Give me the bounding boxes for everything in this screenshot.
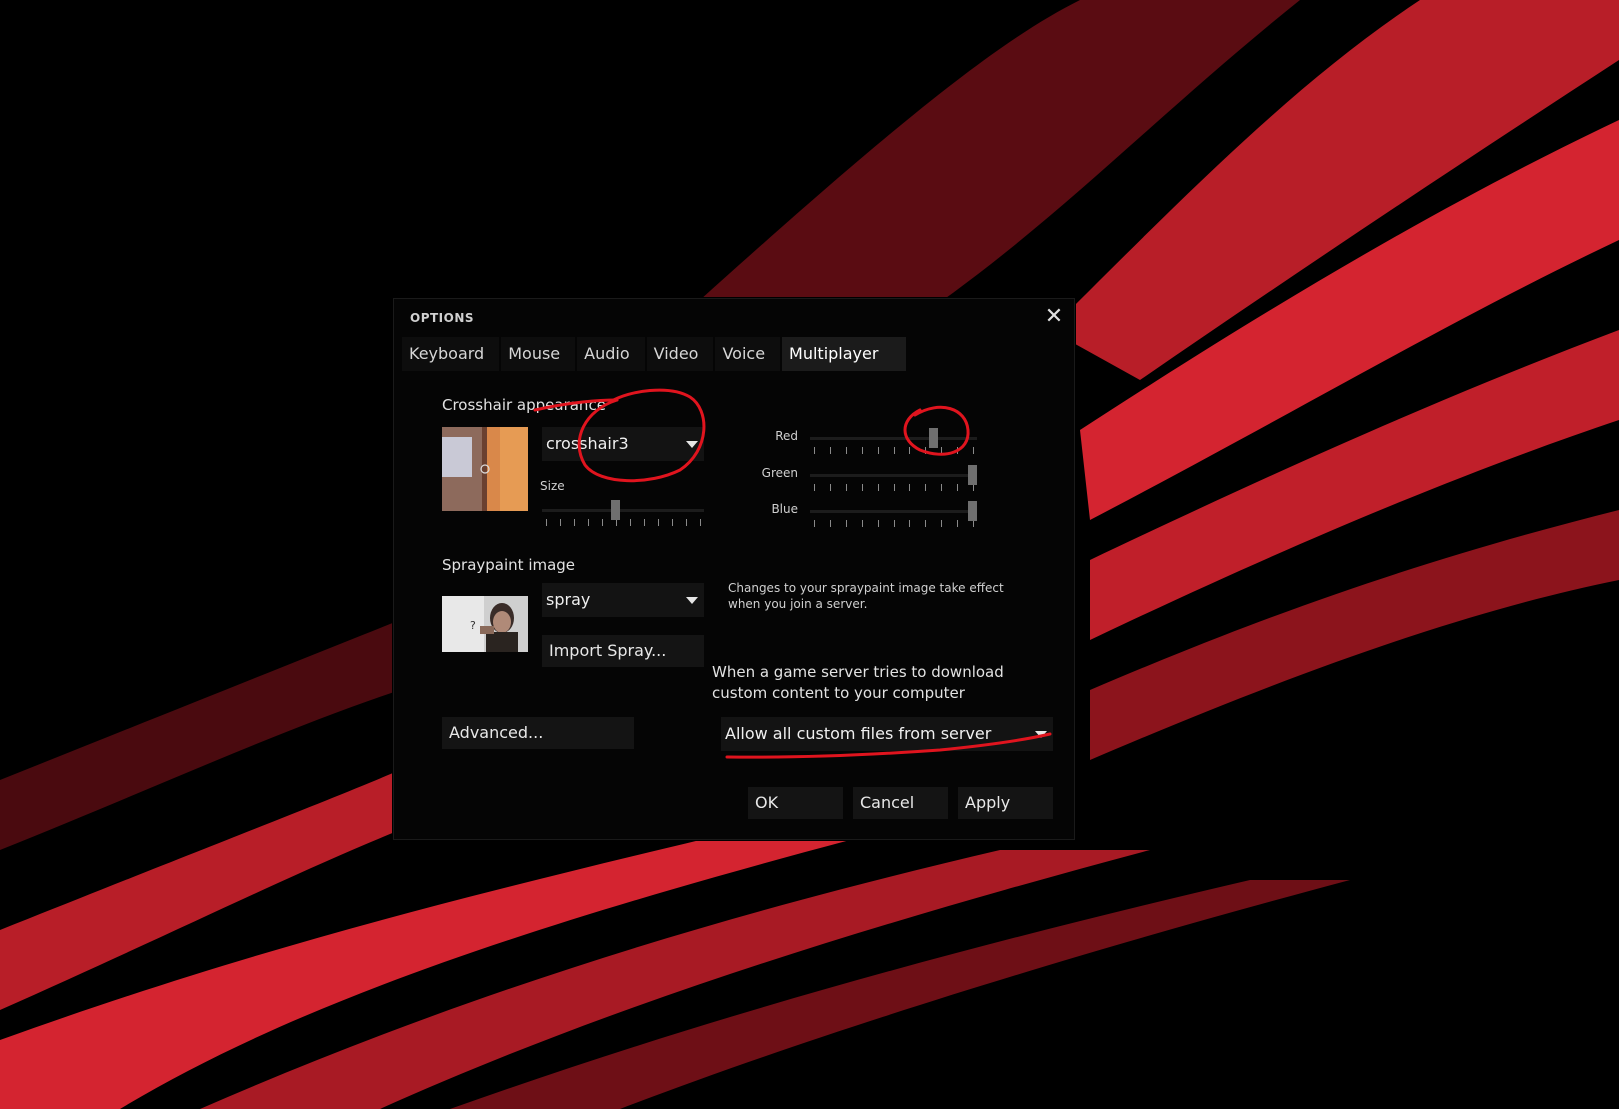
slider-tick	[846, 520, 847, 527]
tab-bar: Keyboard Mouse Audio Video Voice Multipl…	[402, 337, 908, 371]
slider-tick	[560, 519, 561, 526]
slider-tick	[909, 447, 910, 454]
red-slider[interactable]	[810, 428, 977, 458]
slider-tick	[878, 484, 879, 491]
download-text-line1: When a game server tries to download	[712, 663, 1004, 681]
slider-tick	[957, 447, 958, 454]
tab-keyboard[interactable]: Keyboard	[402, 337, 500, 371]
slider-tick	[941, 520, 942, 527]
slider-tick	[814, 447, 815, 454]
tab-video[interactable]: Video	[646, 337, 714, 371]
slider-tick	[878, 520, 879, 527]
slider-tick	[973, 484, 974, 491]
import-spray-button[interactable]: Import Spray...	[542, 635, 704, 667]
slider-tick	[672, 519, 673, 526]
slider-tick	[925, 447, 926, 454]
blue-label: Blue	[771, 502, 798, 516]
slider-tick	[630, 519, 631, 526]
slider-tick	[862, 447, 863, 454]
crosshair-heading: Crosshair appearance	[442, 396, 606, 414]
svg-text:?: ?	[470, 619, 476, 632]
download-policy-dropdown[interactable]: Allow all custom files from server	[721, 717, 1053, 751]
slider-tick	[941, 447, 942, 454]
tab-voice[interactable]: Voice	[715, 337, 781, 371]
chevron-down-icon	[686, 597, 698, 604]
green-label: Green	[761, 466, 798, 480]
slider-tick	[957, 484, 958, 491]
spray-preview-image: ?	[442, 596, 528, 652]
slider-tick	[846, 484, 847, 491]
size-slider[interactable]	[542, 500, 704, 530]
slider-handle[interactable]	[929, 428, 938, 448]
crosshair-selected: crosshair3	[546, 434, 629, 453]
slider-tick	[830, 484, 831, 491]
apply-button[interactable]: Apply	[958, 787, 1053, 819]
chevron-down-icon	[1035, 731, 1047, 738]
slider-handle[interactable]	[611, 500, 620, 520]
slider-tick	[602, 519, 603, 526]
spray-heading: Spraypaint image	[442, 556, 576, 574]
slider-tick	[616, 519, 617, 526]
slider-tick	[973, 520, 974, 527]
slider-tick	[878, 447, 879, 454]
slider-tick	[700, 519, 701, 526]
slider-tick	[973, 447, 974, 454]
chevron-down-icon	[686, 441, 698, 448]
slider-tick	[862, 520, 863, 527]
slider-tick	[588, 519, 589, 526]
advanced-button[interactable]: Advanced...	[442, 717, 634, 749]
slider-tick	[574, 519, 575, 526]
spray-note-line1: Changes to your spraypaint image take ef…	[728, 581, 1004, 595]
slider-tick	[846, 447, 847, 454]
spray-selected: spray	[546, 590, 591, 609]
tab-multiplayer[interactable]: Multiplayer	[782, 337, 907, 371]
slider-tick	[894, 520, 895, 527]
slider-tick	[957, 520, 958, 527]
slider-tick	[830, 447, 831, 454]
cancel-button[interactable]: Cancel	[853, 787, 948, 819]
slider-tick	[814, 484, 815, 491]
slider-handle[interactable]	[968, 465, 977, 485]
slider-handle[interactable]	[968, 501, 977, 521]
spray-note-line2: when you join a server.	[728, 597, 868, 611]
download-policy-selected: Allow all custom files from server	[725, 724, 992, 743]
options-dialog: OPTIONS ✕ Keyboard Mouse Audio Video Voi…	[393, 298, 1075, 840]
ok-button[interactable]: OK	[748, 787, 843, 819]
slider-tick	[830, 520, 831, 527]
slider-tick	[546, 519, 547, 526]
blue-slider[interactable]	[810, 501, 977, 531]
size-label: Size	[540, 479, 565, 493]
dialog-title: OPTIONS	[410, 311, 475, 325]
tab-mouse[interactable]: Mouse	[501, 337, 576, 371]
slider-tick	[894, 447, 895, 454]
slider-tick	[925, 520, 926, 527]
green-slider[interactable]	[810, 465, 977, 495]
slider-tick	[909, 484, 910, 491]
slider-tick	[658, 519, 659, 526]
spray-dropdown[interactable]: spray	[542, 583, 704, 617]
slider-tick	[644, 519, 645, 526]
crosshair-dropdown[interactable]: crosshair3	[542, 427, 704, 461]
slider-tick	[925, 484, 926, 491]
tab-audio[interactable]: Audio	[577, 337, 645, 371]
red-label: Red	[775, 429, 798, 443]
slider-tick	[941, 484, 942, 491]
download-text-line2: custom content to your computer	[712, 684, 965, 702]
close-icon[interactable]: ✕	[1042, 305, 1066, 329]
crosshair-preview-image	[442, 427, 528, 511]
slider-tick	[862, 484, 863, 491]
slider-tick	[894, 484, 895, 491]
slider-tick	[686, 519, 687, 526]
slider-tick	[909, 520, 910, 527]
slider-tick	[814, 520, 815, 527]
